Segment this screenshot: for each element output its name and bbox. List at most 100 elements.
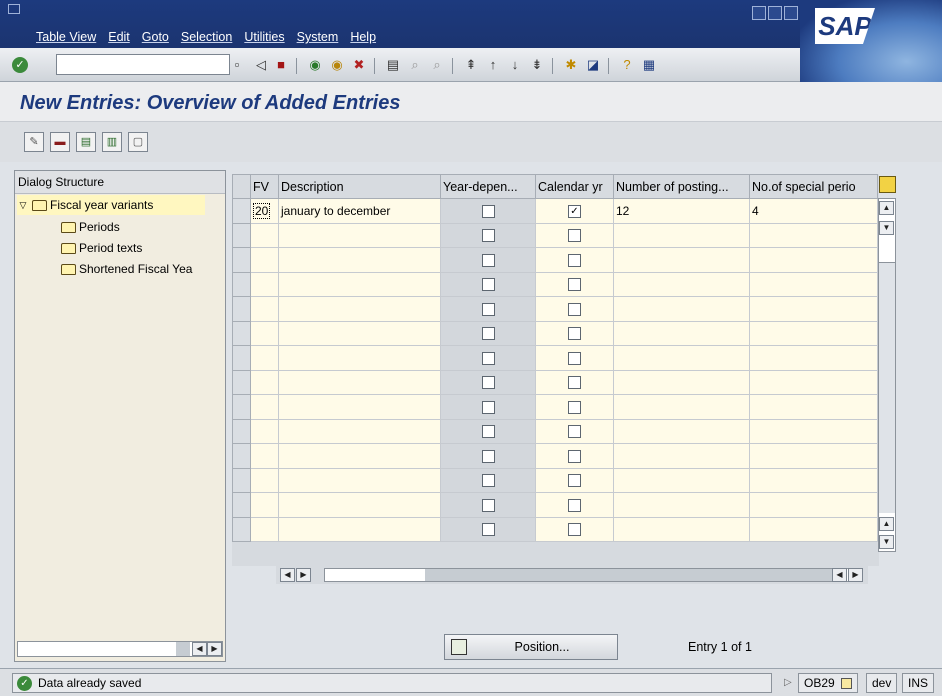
checkbox[interactable] — [481, 523, 495, 537]
row-selector[interactable] — [232, 443, 251, 469]
description-cell[interactable] — [278, 394, 441, 420]
checkbox[interactable] — [481, 327, 495, 341]
calendar-year-cell[interactable] — [535, 467, 614, 493]
description-cell[interactable] — [278, 492, 441, 518]
year-dependent-cell[interactable] — [440, 198, 536, 224]
fv-cell[interactable] — [250, 467, 279, 493]
delete-icon[interactable]: ▬ — [50, 132, 70, 152]
checkbox[interactable] — [481, 400, 495, 414]
posting-periods-cell[interactable] — [613, 247, 750, 273]
scroll-right-icon[interactable]: ▶ — [848, 568, 863, 582]
expand-status-icon[interactable]: ▷ — [784, 677, 792, 688]
calendar-year-cell[interactable] — [535, 296, 614, 322]
last-page-icon[interactable]: ⇟ — [528, 56, 546, 74]
print-icon[interactable]: ▤ — [384, 56, 402, 74]
menu-selection[interactable]: Selection — [181, 30, 232, 44]
row-selector[interactable] — [232, 247, 251, 273]
special-periods-cell[interactable] — [749, 271, 878, 297]
row-selector[interactable] — [232, 467, 251, 493]
save-history-icon[interactable]: ▫ — [228, 56, 246, 74]
select-all-icon[interactable]: ▤ — [76, 132, 96, 152]
year-dependent-cell[interactable] — [440, 443, 536, 469]
checkbox[interactable] — [568, 229, 581, 243]
row-selector[interactable] — [232, 369, 251, 395]
posting-periods-cell[interactable] — [613, 320, 750, 346]
special-periods-cell[interactable] — [749, 320, 878, 346]
column-header-year-dependent[interactable]: Year-depen... — [440, 174, 536, 199]
checkbox[interactable] — [568, 302, 581, 316]
row-selector[interactable] — [232, 198, 251, 224]
fv-cell[interactable] — [250, 443, 279, 469]
expand-command-icon[interactable]: ◁ — [252, 56, 270, 74]
description-cell[interactable] — [278, 418, 441, 444]
calendar-year-cell[interactable] — [535, 369, 614, 395]
special-periods-cell[interactable]: 4 — [749, 198, 878, 224]
special-periods-cell[interactable] — [749, 467, 878, 493]
row-selector[interactable] — [232, 271, 251, 297]
shortcut-icon[interactable]: ◪ — [584, 56, 602, 74]
column-header-posting-periods[interactable]: Number of posting... — [613, 174, 750, 199]
calendar-year-cell[interactable] — [535, 247, 614, 273]
calendar-year-cell[interactable] — [535, 345, 614, 371]
special-periods-cell[interactable] — [749, 516, 878, 542]
table-vertical-scrollbar[interactable]: ▲ ▼ ▲ ▼ — [878, 198, 896, 552]
new-session-icon[interactable]: ✱ — [562, 56, 580, 74]
description-cell[interactable] — [278, 369, 441, 395]
checkbox[interactable] — [568, 498, 581, 512]
scroll-track[interactable] — [879, 263, 895, 513]
description-cell[interactable] — [278, 247, 441, 273]
column-header-fv[interactable]: FV — [250, 174, 279, 199]
command-field[interactable] — [56, 54, 230, 75]
tree-item-periods[interactable]: Periods — [61, 217, 120, 237]
checkbox[interactable] — [568, 351, 581, 365]
fv-cell[interactable] — [250, 492, 279, 518]
first-page-icon[interactable]: ⇞ — [462, 56, 480, 74]
posting-periods-cell[interactable]: 12 — [613, 198, 750, 224]
posting-periods-cell[interactable] — [613, 516, 750, 542]
column-header-description[interactable]: Description — [278, 174, 441, 199]
minimize-icon[interactable] — [752, 6, 766, 20]
position-button[interactable]: Position... — [444, 634, 618, 660]
year-dependent-cell[interactable] — [440, 394, 536, 420]
posting-periods-cell[interactable] — [613, 369, 750, 395]
calendar-year-cell[interactable] — [535, 394, 614, 420]
scroll-track[interactable] — [324, 568, 856, 582]
special-periods-cell[interactable] — [749, 492, 878, 518]
description-cell[interactable] — [278, 467, 441, 493]
table-row[interactable]: 20 january to december ✓ 12 4 — [232, 198, 878, 224]
change-display-icon[interactable]: ✎ — [24, 132, 44, 152]
calendar-year-cell[interactable] — [535, 516, 614, 542]
table-horizontal-scrollbar[interactable]: ◀ ▶ ◀ ▶ — [276, 566, 868, 584]
save-icon[interactable]: ■ — [272, 56, 290, 74]
year-dependent-cell[interactable] — [440, 369, 536, 395]
table-settings-icon[interactable] — [879, 176, 896, 193]
calendar-year-cell[interactable] — [535, 222, 614, 248]
table-row[interactable] — [232, 467, 878, 493]
description-cell[interactable] — [278, 320, 441, 346]
year-dependent-cell[interactable] — [440, 492, 536, 518]
row-selector[interactable] — [232, 492, 251, 518]
checkbox[interactable] — [481, 425, 495, 439]
posting-periods-cell[interactable] — [613, 271, 750, 297]
fv-cell[interactable] — [250, 394, 279, 420]
scroll-left-icon[interactable]: ◀ — [192, 642, 207, 656]
special-periods-cell[interactable] — [749, 247, 878, 273]
fv-cell[interactable] — [250, 345, 279, 371]
calendar-year-cell[interactable] — [535, 492, 614, 518]
checkbox[interactable] — [568, 523, 581, 537]
checkbox[interactable] — [481, 204, 495, 218]
menu-system[interactable]: System — [297, 30, 339, 44]
calendar-year-cell[interactable] — [535, 271, 614, 297]
checkbox[interactable] — [481, 229, 495, 243]
posting-periods-cell[interactable] — [613, 443, 750, 469]
enter-icon[interactable]: ✓ — [12, 57, 28, 73]
menu-edit[interactable]: Edit — [108, 30, 130, 44]
deselect-all-icon[interactable]: ▢ — [128, 132, 148, 152]
row-selector[interactable] — [232, 516, 251, 542]
previous-page-icon[interactable]: ↑ — [484, 56, 502, 74]
select-all-header[interactable] — [232, 174, 251, 199]
special-periods-cell[interactable] — [749, 345, 878, 371]
special-periods-cell[interactable] — [749, 443, 878, 469]
year-dependent-cell[interactable] — [440, 320, 536, 346]
table-row[interactable] — [232, 516, 878, 542]
